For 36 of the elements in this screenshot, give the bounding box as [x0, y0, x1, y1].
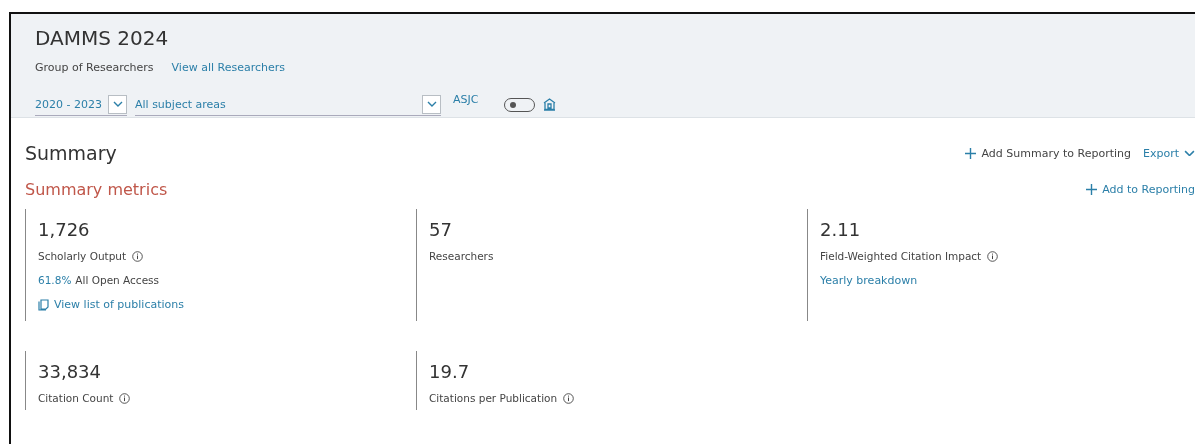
section-title: Summary: [25, 142, 117, 164]
page-title: DAMMS 2024: [35, 26, 170, 50]
metric-value: 57: [429, 219, 453, 240]
add-to-reporting-link[interactable]: Add to Reporting: [1086, 183, 1195, 196]
year-range-dropdown[interactable]: 2020 - 2023: [35, 93, 127, 116]
metric-value: 33,834: [38, 361, 102, 382]
classification-label: ASJC: [453, 93, 479, 106]
plus-icon: [1086, 184, 1098, 195]
metric-value: 1,726: [38, 219, 91, 240]
metric-value: 19.7: [429, 361, 471, 382]
export-link[interactable]: Export: [1143, 146, 1195, 160]
metric-label: Researchers: [429, 250, 494, 262]
open-access-label: All Open Access: [75, 274, 160, 286]
document-icon: [38, 298, 49, 311]
metric-link[interactable]: Yearly breakdown: [820, 274, 918, 287]
group-label: Group of Researchers: [35, 61, 154, 74]
info-icon[interactable]: [119, 392, 131, 404]
info-icon[interactable]: [132, 250, 144, 262]
metric-label: Citations per Publication: [429, 392, 558, 404]
chevron-down-icon: [426, 101, 437, 107]
add-summary-button[interactable]: Add Summary to Reporting: [964, 146, 1131, 160]
plus-icon: [964, 147, 976, 159]
info-icon[interactable]: [563, 392, 575, 404]
subject-dropdown[interactable]: All subject areas: [135, 93, 441, 116]
building-icon[interactable]: [543, 98, 557, 111]
metric-link[interactable]: View list of publications: [38, 298, 184, 311]
view-all-link[interactable]: View all Researchers: [171, 61, 285, 74]
open-access-share: 61.8%: [38, 274, 72, 286]
subsection-title: Summary metrics: [25, 180, 168, 199]
metric-value: 2.11: [820, 219, 862, 240]
chevron-down-icon: [1184, 149, 1195, 157]
metric-label: Field-Weighted Citation Impact: [820, 250, 982, 262]
metric-label: Citation Count: [38, 392, 114, 404]
metric-label: Scholarly Output: [38, 250, 127, 262]
chevron-down-icon: [112, 101, 123, 107]
info-icon[interactable]: [987, 250, 999, 262]
